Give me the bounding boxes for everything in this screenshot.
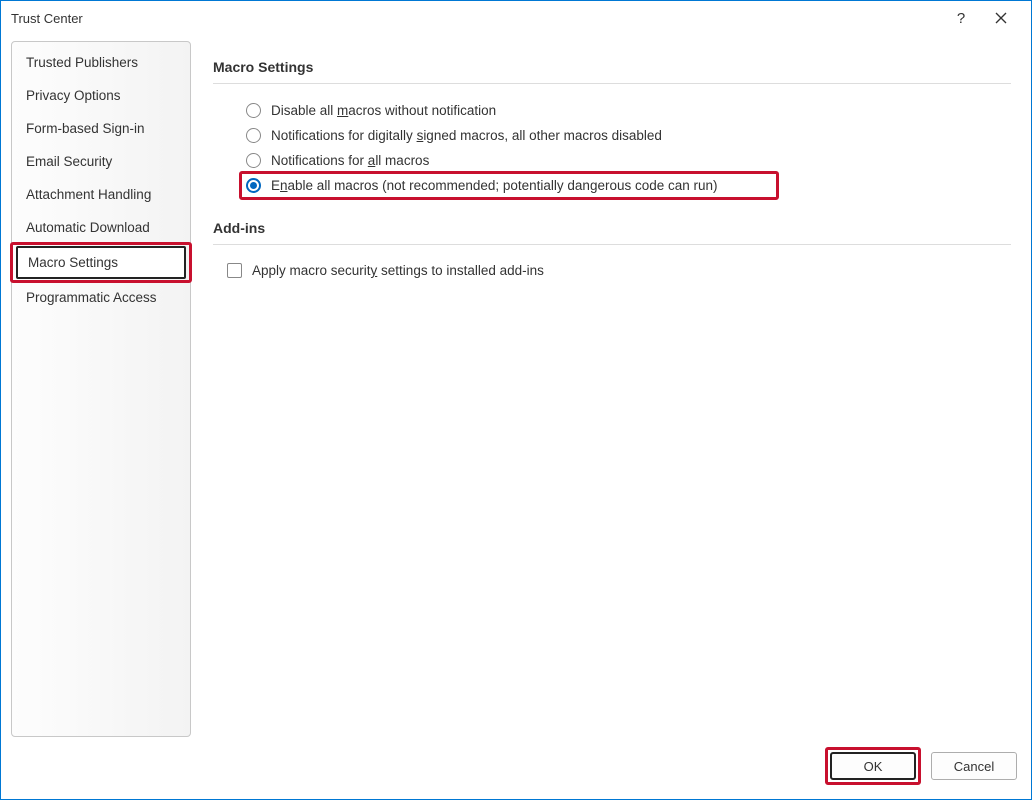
radio-icon xyxy=(246,103,261,118)
divider xyxy=(213,83,1011,84)
body-area: Trusted Publishers Privacy Options Form-… xyxy=(1,35,1031,737)
help-icon: ? xyxy=(957,10,965,27)
sidebar-item-attachment-handling[interactable]: Attachment Handling xyxy=(12,178,190,211)
button-label: OK xyxy=(864,759,883,774)
sidebar-item-label: Trusted Publishers xyxy=(26,55,138,70)
sidebar-item-form-based-sign-in[interactable]: Form-based Sign-in xyxy=(12,112,190,145)
sidebar-item-label: Privacy Options xyxy=(26,88,121,103)
addins-checkbox-group: Apply macro security settings to install… xyxy=(213,259,1011,282)
section-heading-addins: Add-ins xyxy=(213,220,1011,236)
radio-notify-all[interactable]: Notifications for all macros xyxy=(243,148,1011,173)
sidebar-item-trusted-publishers[interactable]: Trusted Publishers xyxy=(12,46,190,79)
checkbox-apply-macro-security[interactable]: Apply macro security settings to install… xyxy=(227,259,1011,282)
sidebar-item-label: Email Security xyxy=(26,154,112,169)
sidebar-item-automatic-download[interactable]: Automatic Download xyxy=(12,211,190,244)
divider xyxy=(213,244,1011,245)
sidebar-item-programmatic-access[interactable]: Programmatic Access xyxy=(12,281,190,314)
footer: OK Cancel xyxy=(1,737,1031,799)
sidebar-item-privacy-options[interactable]: Privacy Options xyxy=(12,79,190,112)
trust-center-window: Trust Center ? Trusted Publishers Privac… xyxy=(0,0,1032,800)
checkbox-label: Apply macro security settings to install… xyxy=(252,263,544,278)
sidebar-item-label: Macro Settings xyxy=(28,255,118,270)
content-pane: Macro Settings Disable all macros withou… xyxy=(203,41,1021,737)
radio-icon xyxy=(246,128,261,143)
sidebar-item-label: Form-based Sign-in xyxy=(26,121,145,136)
ok-button[interactable]: OK xyxy=(830,752,916,780)
section-heading-macro: Macro Settings xyxy=(213,59,1011,75)
button-label: Cancel xyxy=(954,759,994,774)
help-button[interactable]: ? xyxy=(941,3,981,33)
radio-signed-only[interactable]: Notifications for digitally signed macro… xyxy=(243,123,1011,148)
radio-label: Enable all macros (not recommended; pote… xyxy=(271,178,718,193)
checkbox-icon xyxy=(227,263,242,278)
window-title: Trust Center xyxy=(11,11,941,26)
titlebar: Trust Center ? xyxy=(1,1,1031,35)
radio-label: Notifications for digitally signed macro… xyxy=(271,128,662,143)
cancel-button[interactable]: Cancel xyxy=(931,752,1017,780)
radio-icon xyxy=(246,178,261,193)
radio-disable-all[interactable]: Disable all macros without notification xyxy=(243,98,1011,123)
sidebar: Trusted Publishers Privacy Options Form-… xyxy=(11,41,191,737)
sidebar-item-email-security[interactable]: Email Security xyxy=(12,145,190,178)
close-icon xyxy=(995,12,1007,24)
radio-icon xyxy=(246,153,261,168)
radio-label: Disable all macros without notification xyxy=(271,103,496,118)
sidebar-item-label: Programmatic Access xyxy=(26,290,157,305)
radio-label: Notifications for all macros xyxy=(271,153,429,168)
radio-enable-all[interactable]: Enable all macros (not recommended; pote… xyxy=(243,173,1011,198)
macro-radio-group: Disable all macros without notification … xyxy=(213,98,1011,198)
close-button[interactable] xyxy=(981,3,1021,33)
sidebar-item-label: Automatic Download xyxy=(26,220,150,235)
sidebar-item-label: Attachment Handling xyxy=(26,187,151,202)
sidebar-item-macro-settings[interactable]: Macro Settings xyxy=(16,246,186,279)
